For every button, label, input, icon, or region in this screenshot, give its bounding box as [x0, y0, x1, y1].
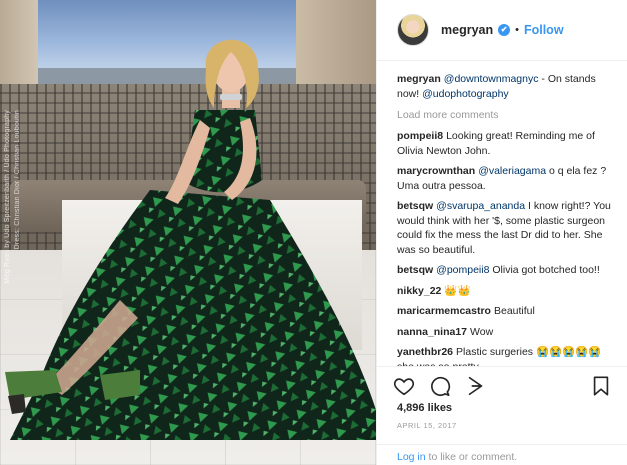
- post-header: megryan ✔ • Follow: [377, 0, 627, 61]
- share-icon[interactable]: [465, 375, 487, 397]
- comments-list[interactable]: megryan @downtownmagnyc - On stands now! …: [377, 62, 627, 366]
- comment-text: Olivia got botched too!!: [489, 264, 600, 276]
- comment-text: 👑👑: [444, 284, 471, 297]
- avatar[interactable]: [397, 14, 429, 46]
- comment-username[interactable]: yanethbr26: [397, 346, 453, 358]
- header-separator: •: [515, 24, 519, 36]
- comment-mention[interactable]: @pompeii8: [436, 264, 489, 276]
- comment-mention[interactable]: @valeriagama: [478, 165, 546, 177]
- list-item: yanethbr26Plastic surgeries 😭😭😭😭😭 she wa…: [397, 345, 618, 366]
- comment-icon[interactable]: [429, 375, 451, 397]
- load-more-comments-button[interactable]: Load more comments: [397, 109, 618, 121]
- list-item: marycrownthan @valeriagama o q ela fez ? …: [397, 164, 618, 193]
- likes-count[interactable]: 4,896 likes: [397, 402, 452, 414]
- woman-in-gown-illustration: [5, 39, 376, 440]
- post-photo[interactable]: Meg Ryan by Udo Spreitzenbarth / Udo Pho…: [0, 0, 376, 465]
- follow-button[interactable]: Follow: [524, 23, 564, 37]
- caption-mention[interactable]: @downtownmagnyc: [444, 73, 539, 85]
- list-item: pompeii8 Looking great! Reminding me of O…: [397, 129, 618, 158]
- comment-username[interactable]: betsqw: [397, 264, 433, 276]
- comment-mention[interactable]: @svarupa_ananda: [436, 200, 525, 212]
- caption-mention-2[interactable]: @udophotography: [422, 88, 509, 100]
- heart-icon[interactable]: [393, 375, 415, 397]
- login-link[interactable]: Log in: [397, 451, 426, 463]
- login-footer: Log in to like or comment.: [377, 444, 627, 465]
- caption-username[interactable]: megryan: [397, 73, 441, 85]
- comment-username[interactable]: marycrownthan: [397, 165, 475, 177]
- header-username[interactable]: megryan: [441, 23, 493, 37]
- post-side-panel: megryan ✔ • Follow megryan @downtownmagny…: [376, 0, 627, 465]
- comment-text: Beautiful: [493, 305, 535, 317]
- comment-username[interactable]: nanna_nina17: [397, 326, 467, 338]
- list-item: nikky_22 👑👑: [397, 284, 618, 299]
- photo-credit-vertical: Meg Ryan by Udo Spreitzenbarth / Udo Pho…: [4, 110, 11, 284]
- footer-text: to like or comment.: [425, 451, 518, 463]
- bookmark-icon[interactable]: [590, 375, 612, 397]
- list-item: betsqw @pompeii8 Olivia got botched too!!: [397, 263, 618, 278]
- list-item: maricarmemcastro Beautiful: [397, 304, 618, 319]
- comment-text: Wow: [470, 325, 494, 338]
- photo-credit-vertical-2: Dress: Christian Dior / Christian Loubou…: [14, 110, 21, 250]
- post-date: APRIL 15, 2017: [397, 421, 457, 430]
- comment-username[interactable]: maricarmemcastro: [397, 305, 491, 317]
- verified-badge-icon: ✔: [498, 24, 511, 36]
- post-actions-bar: [377, 366, 627, 404]
- list-item: betsqw @svarupa_ananda I know right!? You…: [397, 199, 618, 257]
- comment-username[interactable]: nikky_22: [397, 285, 441, 297]
- list-item: nanna_nina17 Wow: [397, 325, 618, 340]
- post-caption: megryan @downtownmagnyc - On stands now! …: [397, 72, 618, 101]
- comment-username[interactable]: betsqw: [397, 200, 433, 212]
- comment-username[interactable]: pompeii8: [397, 130, 443, 142]
